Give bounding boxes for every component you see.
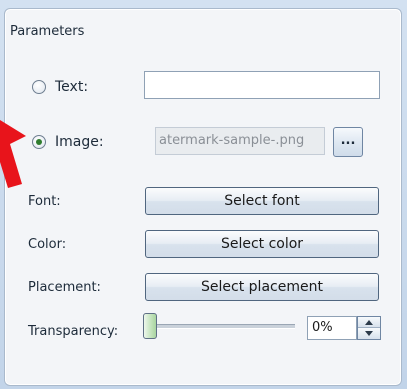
text-radio-label: Text: <box>55 79 89 95</box>
text-radio-option[interactable]: Text: <box>32 79 88 95</box>
select-font-button[interactable]: Select font <box>145 187 379 215</box>
browse-button[interactable]: ... <box>333 127 363 157</box>
image-radio[interactable] <box>32 135 46 149</box>
spin-down-button[interactable] <box>358 328 380 339</box>
text-input[interactable] <box>144 71 380 99</box>
select-placement-button[interactable]: Select placement <box>145 273 379 301</box>
group-title: Parameters <box>10 24 85 39</box>
spin-up-button[interactable] <box>358 317 380 328</box>
color-label: Color: <box>28 237 67 252</box>
transparency-value-input[interactable]: 0% <box>307 316 357 340</box>
image-radio-option[interactable]: Image: <box>32 134 104 150</box>
red-arrow-icon <box>0 120 26 188</box>
chevron-up-icon <box>365 319 373 325</box>
dialog-window: Parameters Text: Image: atermark-sample-… <box>0 0 407 389</box>
select-color-button[interactable]: Select color <box>145 230 379 258</box>
transparency-slider-track[interactable] <box>150 324 295 329</box>
chevron-down-icon <box>365 331 373 336</box>
transparency-label: Transparency: <box>28 324 119 339</box>
font-label: Font: <box>28 194 61 209</box>
image-path-field[interactable]: atermark-sample-.png <box>155 127 325 155</box>
transparency-spinner[interactable] <box>357 316 381 340</box>
placement-label: Placement: <box>28 280 101 295</box>
transparency-slider-thumb[interactable] <box>143 313 157 339</box>
text-radio[interactable] <box>32 80 46 94</box>
image-radio-label: Image: <box>55 134 104 150</box>
